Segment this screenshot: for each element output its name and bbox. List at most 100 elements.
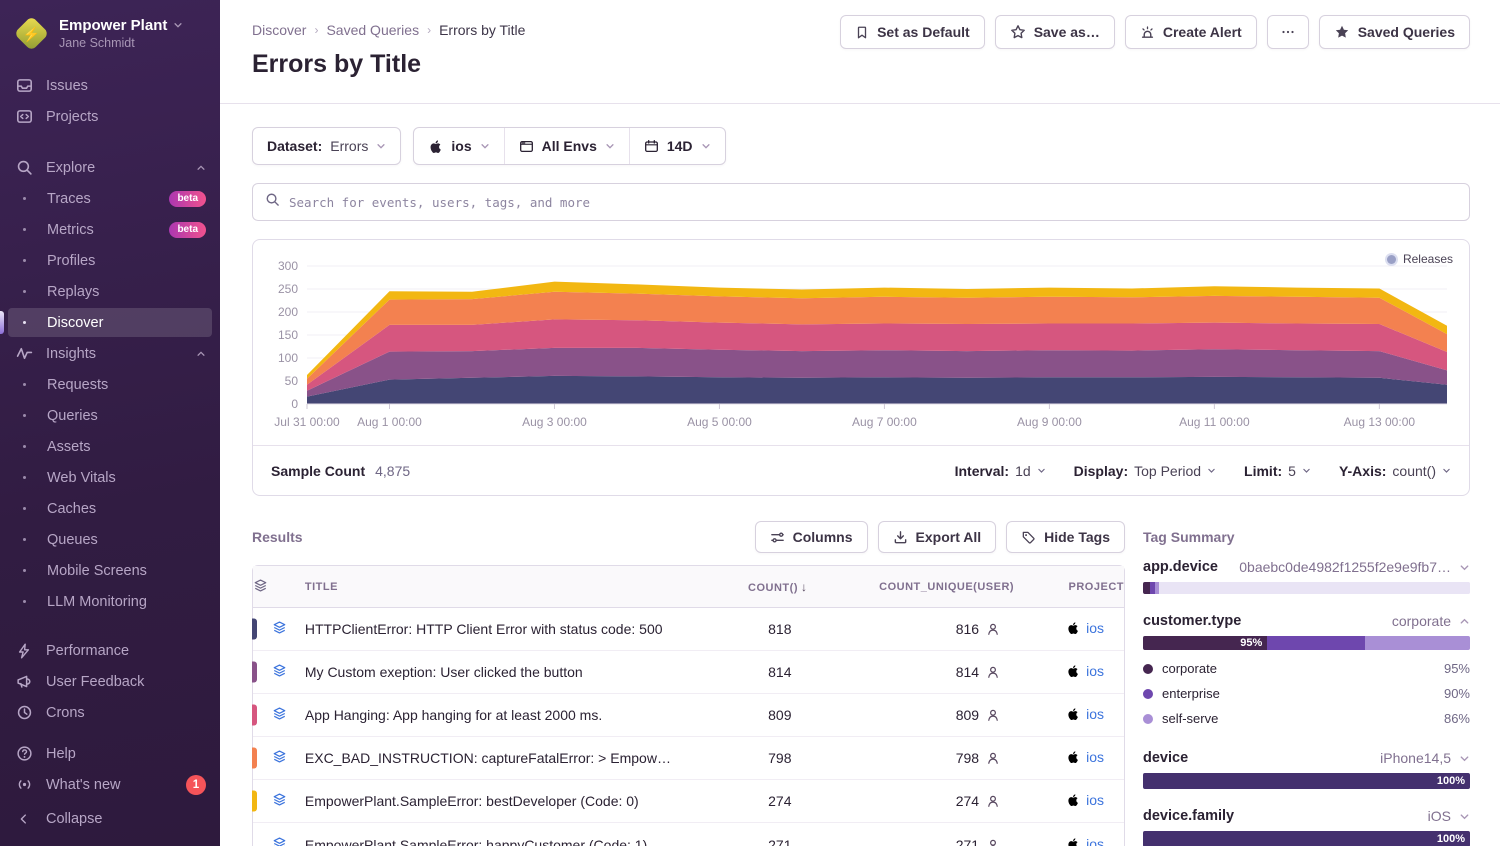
limit-selector[interactable]: Limit: 5: [1244, 463, 1311, 479]
project-link[interactable]: ios: [1086, 836, 1104, 846]
count-cell: 818: [685, 608, 808, 651]
svg-text:0: 0: [291, 397, 298, 411]
series-color-swatch: [252, 748, 257, 769]
export-all-button[interactable]: Export All: [878, 521, 997, 553]
sidebar-section-explore[interactable]: Explore: [0, 152, 220, 183]
sidebar-item-user-feedback[interactable]: User Feedback: [0, 666, 220, 697]
tag-distribution-bar[interactable]: 100%: [1143, 831, 1470, 846]
expand-stack-icon[interactable]: [272, 663, 287, 678]
tag-distribution-bar[interactable]: 100%: [1143, 773, 1470, 789]
error-title-cell[interactable]: App Hanging: App hanging for at least 20…: [305, 694, 685, 737]
tag-section-customer-type: customer.type corporate 95% corporate 95…: [1143, 613, 1470, 731]
sidebar-item-performance[interactable]: Performance: [0, 635, 220, 666]
error-title-cell[interactable]: EXC_BAD_INSTRUCTION: captureFatalError: …: [305, 737, 685, 780]
chevron-left-icon: [14, 812, 34, 826]
svg-text:Aug 13 00:00: Aug 13 00:00: [1344, 415, 1416, 429]
user-name: Jane Schmidt: [59, 36, 183, 50]
sidebar-item-metrics[interactable]: Metrics beta: [0, 214, 220, 245]
expand-stack-icon[interactable]: [272, 749, 287, 764]
chevron-up-icon: [1459, 616, 1470, 627]
sidebar-item-discover[interactable]: Discover: [0, 307, 220, 338]
person-icon: [986, 751, 1000, 765]
saved-queries-button[interactable]: Saved Queries: [1319, 15, 1470, 49]
date-range-filter[interactable]: 14D: [629, 128, 725, 164]
project-link[interactable]: ios: [1086, 706, 1104, 722]
svg-text:Aug 7 00:00: Aug 7 00:00: [852, 415, 917, 429]
sidebar-item-help[interactable]: Help: [0, 738, 220, 769]
sidebar-item-replays[interactable]: Replays: [0, 276, 220, 307]
sidebar-item-queues[interactable]: Queues: [0, 524, 220, 555]
legend-dot: [1143, 664, 1153, 674]
sidebar-item-web-vitals[interactable]: Web Vitals: [0, 462, 220, 493]
svg-text:Aug 5 00:00: Aug 5 00:00: [687, 415, 752, 429]
sidebar-item-traces[interactable]: Traces beta: [0, 183, 220, 214]
sidebar-item-profiles[interactable]: Profiles: [0, 245, 220, 276]
tag-header[interactable]: device.family iOS: [1143, 808, 1470, 824]
window-icon: [519, 139, 534, 154]
hide-tags-button[interactable]: Hide Tags: [1006, 521, 1125, 553]
column-header-count-unique[interactable]: COUNT_UNIQUE(USER): [807, 566, 1014, 608]
expand-stack-icon[interactable]: [272, 836, 287, 846]
project-link[interactable]: ios: [1086, 792, 1104, 808]
breadcrumb-saved-queries[interactable]: Saved Queries: [326, 22, 419, 38]
set-as-default-button[interactable]: Set as Default: [840, 15, 985, 49]
expand-stack-icon[interactable]: [272, 792, 287, 807]
org-switcher[interactable]: ⚡ Empower Plant Jane Schmidt: [0, 12, 220, 60]
sidebar-item-caches[interactable]: Caches: [0, 493, 220, 524]
breadcrumb-discover[interactable]: Discover: [252, 22, 306, 38]
tag-legend-row[interactable]: corporate 95%: [1143, 656, 1470, 681]
tag-legend-row[interactable]: self-serve 86%: [1143, 706, 1470, 731]
tag-summary-panel: Tag Summary app.device 0baebc0de4982f125…: [1143, 520, 1470, 846]
tag-distribution-bar[interactable]: 95%: [1143, 636, 1470, 650]
project-link[interactable]: ios: [1086, 620, 1104, 636]
tag-header[interactable]: customer.type corporate: [1143, 613, 1470, 629]
save-as-button[interactable]: Save as…: [995, 15, 1115, 49]
sidebar-item-crons[interactable]: Crons: [0, 697, 220, 728]
error-title-cell[interactable]: HTTPClientError: HTTP Client Error with …: [305, 608, 685, 651]
dataset-selector[interactable]: Dataset: Errors: [252, 127, 401, 165]
project-link[interactable]: ios: [1086, 749, 1104, 765]
display-selector[interactable]: Display: Top Period: [1074, 463, 1216, 479]
tag-header[interactable]: app.device 0baebc0de4982f1255f2e9e9fb7…: [1143, 559, 1470, 575]
environment-filter[interactable]: All Envs: [504, 128, 629, 164]
person-icon: [986, 665, 1000, 679]
expand-stack-icon[interactable]: [272, 620, 287, 635]
sidebar-item-llm-monitoring[interactable]: LLM Monitoring: [0, 586, 220, 617]
svg-text:200: 200: [278, 305, 298, 319]
error-title-cell[interactable]: My Custom exeption: User clicked the but…: [305, 651, 685, 694]
project-link[interactable]: ios: [1086, 663, 1104, 679]
tag-legend-row[interactable]: enterprise 90%: [1143, 681, 1470, 706]
more-options-button[interactable]: [1267, 15, 1309, 49]
interval-selector[interactable]: Interval: 1d: [955, 463, 1046, 479]
sidebar-item-queries[interactable]: Queries: [0, 400, 220, 431]
tag-header[interactable]: device iPhone14,5: [1143, 750, 1470, 766]
expand-stack-icon[interactable]: [272, 706, 287, 721]
releases-legend-dot: [1387, 255, 1396, 264]
sidebar-section-insights[interactable]: Insights: [0, 338, 220, 369]
stack-icon: [253, 578, 268, 593]
error-title-cell[interactable]: EmpowerPlant.SampleError: happyCustomer …: [305, 823, 685, 846]
legend-dot: [1143, 714, 1153, 724]
yaxis-selector[interactable]: Y-Axis: count(): [1339, 463, 1451, 479]
sidebar-item-issues[interactable]: Issues: [0, 70, 220, 101]
chart-legend[interactable]: Releases: [1387, 252, 1453, 266]
create-alert-button[interactable]: Create Alert: [1125, 15, 1257, 49]
filter-bar: Dataset: Errors ios: [252, 127, 1470, 165]
column-header-title[interactable]: TITLE: [305, 566, 685, 608]
sidebar-item-requests[interactable]: Requests: [0, 369, 220, 400]
issues-icon: [14, 77, 34, 94]
tag-distribution-bar[interactable]: [1143, 582, 1470, 594]
column-header-count[interactable]: COUNT()↓: [685, 566, 808, 608]
columns-button[interactable]: Columns: [755, 521, 868, 553]
error-title-cell[interactable]: EmpowerPlant.SampleError: bestDeveloper …: [305, 780, 685, 823]
sidebar-item-assets[interactable]: Assets: [0, 431, 220, 462]
column-header-project[interactable]: PROJECT: [1014, 566, 1124, 608]
project-filter[interactable]: ios: [414, 128, 503, 164]
sidebar-item-whats-new[interactable]: What's new 1: [0, 769, 220, 800]
releases-legend-label: Releases: [1403, 252, 1453, 266]
discover-chart[interactable]: 050100150200250300Jul 31 00:00Aug 1 00:0…: [253, 240, 1469, 440]
sidebar-item-mobile-screens[interactable]: Mobile Screens: [0, 555, 220, 586]
sidebar-item-projects[interactable]: Projects: [0, 101, 220, 132]
search-input[interactable]: [289, 195, 1457, 210]
sidebar-collapse-button[interactable]: Collapse: [0, 803, 220, 834]
